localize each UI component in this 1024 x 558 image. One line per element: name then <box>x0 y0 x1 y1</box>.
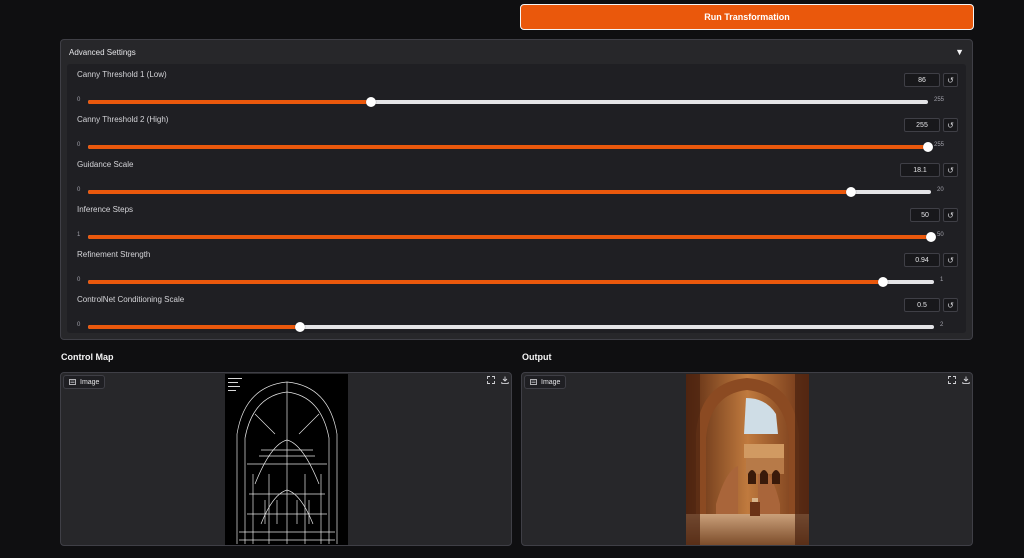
slider-row: Canny Threshold 2 (High) 255 ↺ 0 255 <box>67 115 966 160</box>
slider-thumb[interactable] <box>366 97 377 107</box>
slider-min-label: 0 <box>77 322 81 328</box>
control-map-image <box>225 374 348 545</box>
reset-icon[interactable]: ↺ <box>943 298 958 312</box>
slider-row: Guidance Scale 18.1 ↺ 0 20 <box>67 160 966 205</box>
slider-thumb[interactable] <box>923 142 933 152</box>
slider-label: Canny Threshold 1 (Low) <box>77 70 167 79</box>
slider-row: Inference Steps 50 ↺ 1 50 <box>67 205 966 250</box>
slider-track[interactable] <box>88 187 931 197</box>
output-image <box>686 374 809 545</box>
slider-number-input[interactable]: 0.94 <box>904 253 940 267</box>
slider-max-label: 50 <box>937 232 944 238</box>
advanced-settings-accordion: Advanced Settings ▼ Canny Threshold 1 (L… <box>60 39 973 340</box>
control-map-tag-label: Image <box>80 378 100 386</box>
slider-number-input[interactable]: 18.1 <box>900 163 940 177</box>
output-image-tag: Image <box>524 375 567 389</box>
reset-icon[interactable]: ↺ <box>943 253 958 267</box>
slider-fill <box>88 325 300 329</box>
image-icon <box>530 379 537 385</box>
slider-track[interactable] <box>88 232 936 242</box>
slider-max-label: 20 <box>937 187 944 193</box>
fullscreen-icon[interactable] <box>948 376 956 384</box>
slider-number-input[interactable]: 255 <box>904 118 940 132</box>
reset-icon[interactable]: ↺ <box>943 208 958 222</box>
slider-track[interactable] <box>88 322 934 332</box>
slider-fill <box>88 145 928 149</box>
output-title: Output <box>522 352 552 362</box>
reset-icon[interactable]: ↺ <box>943 73 958 87</box>
slider-max-label: 1 <box>940 277 944 283</box>
run-transformation-button[interactable]: Run Transformation <box>520 4 974 30</box>
slider-min-label: 0 <box>77 142 81 148</box>
slider-min-label: 0 <box>77 187 81 193</box>
slider-row: Refinement Strength 0.94 ↺ 0 1 <box>67 250 966 295</box>
image-icon <box>69 379 76 385</box>
advanced-settings-title: Advanced Settings <box>69 47 136 57</box>
slider-row: ControlNet Conditioning Scale 0.5 ↺ 0 2 <box>67 295 966 340</box>
slider-track[interactable] <box>88 277 934 287</box>
download-icon[interactable] <box>501 376 509 384</box>
collapse-triangle-icon[interactable]: ▼ <box>955 47 964 57</box>
slider-number-input[interactable]: 0.5 <box>904 298 940 312</box>
slider-min-label: 0 <box>77 97 81 103</box>
control-map-title: Control Map <box>61 352 114 362</box>
slider-fill <box>88 280 884 284</box>
slider-row: Canny Threshold 1 (Low) 86 ↺ 0 255 <box>67 70 966 115</box>
slider-thumb[interactable] <box>878 277 889 287</box>
control-map-panel: Image <box>60 372 512 546</box>
slider-track[interactable] <box>88 142 933 152</box>
slider-fill <box>88 190 851 194</box>
slider-label: Refinement Strength <box>77 250 151 259</box>
generated-arch-graphic <box>686 374 809 545</box>
slider-max-label: 255 <box>934 142 945 148</box>
reset-icon[interactable]: ↺ <box>943 118 958 132</box>
slider-label: ControlNet Conditioning Scale <box>77 295 185 304</box>
slider-thumb[interactable] <box>294 322 305 332</box>
slider-number-input[interactable]: 86 <box>904 73 940 87</box>
fullscreen-icon[interactable] <box>487 376 495 384</box>
advanced-settings-body: Canny Threshold 1 (Low) 86 ↺ 0 255 Canny Thre… <box>67 64 966 333</box>
slider-fill <box>88 100 372 104</box>
slider-number-input[interactable]: 50 <box>910 208 940 222</box>
slider-thumb[interactable] <box>845 187 856 197</box>
slider-fill <box>88 235 931 239</box>
output-tag-label: Image <box>541 378 561 386</box>
slider-max-label: 255 <box>934 97 945 103</box>
slider-label: Canny Threshold 2 (High) <box>77 115 169 124</box>
control-map-actions <box>487 376 509 384</box>
control-map-image-tag: Image <box>63 375 106 389</box>
slider-label: Inference Steps <box>77 205 134 214</box>
slider-thumb[interactable] <box>926 232 936 242</box>
download-icon[interactable] <box>962 376 970 384</box>
advanced-settings-header[interactable]: Advanced Settings ▼ <box>61 40 972 64</box>
slider-max-label: 2 <box>940 322 944 328</box>
slider-track[interactable] <box>88 97 928 107</box>
slider-min-label: 0 <box>77 277 81 283</box>
edge-sketch-graphic <box>228 378 338 544</box>
slider-min-label: 1 <box>77 232 81 238</box>
output-actions <box>948 376 970 384</box>
output-panel: Image <box>521 372 973 546</box>
slider-label: Guidance Scale <box>77 160 134 169</box>
reset-icon[interactable]: ↺ <box>943 163 958 177</box>
